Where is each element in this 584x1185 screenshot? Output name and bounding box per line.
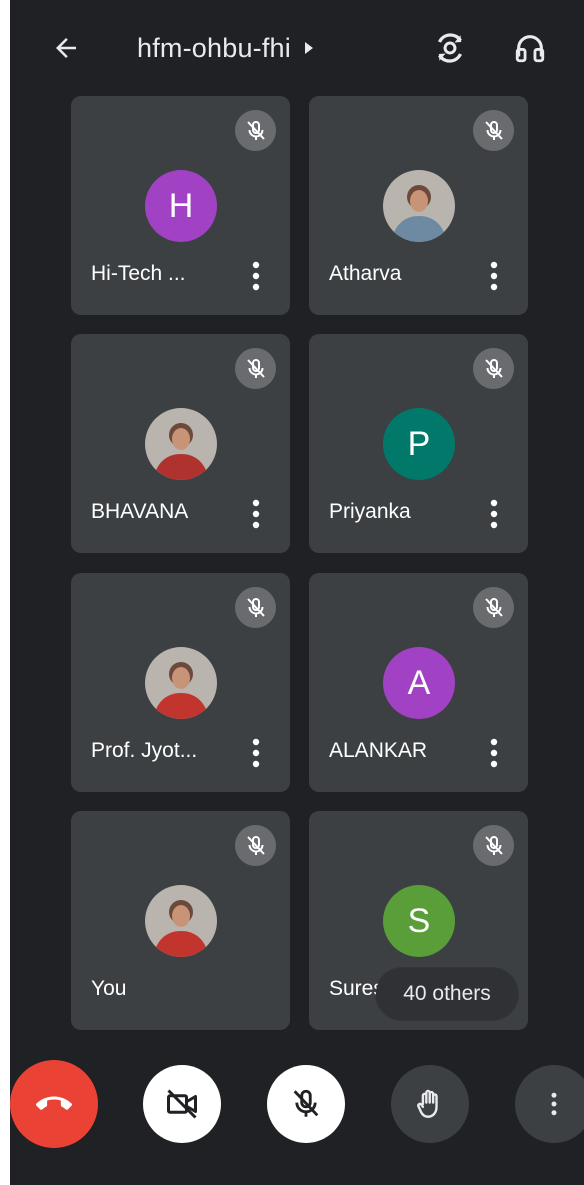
participant-name: Prof. Jyot... bbox=[91, 739, 198, 762]
participant-tile[interactable]: H Hi-Tech ... bbox=[71, 96, 290, 315]
avatar: S bbox=[383, 885, 455, 957]
participant-tile[interactable]: BHAVANA bbox=[71, 334, 290, 553]
end-call-icon bbox=[36, 1096, 72, 1110]
end-call-button[interactable] bbox=[10, 1060, 98, 1148]
mic-off-icon bbox=[246, 120, 265, 140]
raise-hand-icon bbox=[417, 1089, 438, 1118]
avatar: P bbox=[383, 408, 455, 480]
meeting-screen: hfm-ohbu-fhi H Hi-Tech ... Atharva BHAVANA P… bbox=[10, 0, 584, 1185]
mic-off-icon bbox=[246, 835, 265, 855]
others-label: 40 others bbox=[403, 982, 491, 1005]
more-vert-icon bbox=[252, 261, 260, 291]
participant-tile[interactable]: You bbox=[71, 811, 290, 1030]
participant-options-button[interactable] bbox=[482, 496, 506, 532]
participant-name: Atharva bbox=[329, 262, 402, 285]
more-vert-icon bbox=[252, 499, 260, 529]
avatar-initial: P bbox=[407, 424, 431, 463]
muted-indicator bbox=[235, 825, 276, 866]
muted-indicator bbox=[235, 587, 276, 628]
call-controls bbox=[10, 1040, 584, 1185]
mic-off-icon bbox=[484, 835, 503, 855]
avatar bbox=[145, 885, 217, 957]
back-button[interactable] bbox=[44, 26, 88, 70]
muted-indicator bbox=[235, 110, 276, 151]
participant-options-button[interactable] bbox=[482, 735, 506, 771]
caret-right-icon bbox=[304, 42, 313, 54]
arrow-back-icon bbox=[56, 38, 76, 58]
mic-off-icon bbox=[293, 1089, 319, 1117]
profile-photo-icon bbox=[383, 170, 455, 242]
avatar-initial: A bbox=[407, 663, 431, 702]
more-vert-icon bbox=[551, 1092, 557, 1116]
flip-camera-button[interactable] bbox=[426, 24, 474, 72]
participant-tile[interactable]: A ALANKAR bbox=[309, 573, 528, 792]
participant-name: Priyanka bbox=[329, 500, 411, 523]
muted-indicator bbox=[473, 587, 514, 628]
participant-tile[interactable]: P Priyanka bbox=[309, 334, 528, 553]
profile-photo-icon bbox=[145, 885, 217, 957]
more-vert-icon bbox=[490, 499, 498, 529]
muted-indicator bbox=[473, 348, 514, 389]
audio-output-button[interactable] bbox=[506, 24, 554, 72]
mic-off-icon bbox=[484, 358, 503, 378]
mic-off-icon bbox=[484, 120, 503, 140]
more-vert-icon bbox=[490, 738, 498, 768]
flip-camera-icon bbox=[438, 33, 462, 63]
mic-off-icon bbox=[246, 597, 265, 617]
muted-indicator bbox=[235, 348, 276, 389]
raise-hand-button[interactable] bbox=[391, 1065, 469, 1143]
participant-name: ALANKAR bbox=[329, 739, 428, 762]
profile-photo-icon bbox=[145, 408, 217, 480]
headphones-icon bbox=[515, 35, 545, 63]
top-bar: hfm-ohbu-fhi bbox=[10, 0, 584, 92]
participant-name: Hi-Tech ... bbox=[91, 262, 186, 285]
mic-off-icon bbox=[246, 358, 265, 378]
participant-options-button[interactable] bbox=[244, 258, 268, 294]
mic-toggle-button[interactable] bbox=[267, 1065, 345, 1143]
participant-options-button[interactable] bbox=[244, 735, 268, 771]
participant-options-button[interactable] bbox=[244, 496, 268, 532]
avatar bbox=[145, 647, 217, 719]
more-vert-icon bbox=[252, 738, 260, 768]
participant-tile[interactable]: Atharva bbox=[309, 96, 528, 315]
meeting-code: hfm-ohbu-fhi bbox=[137, 32, 291, 63]
participant-tile[interactable]: Prof. Jyot... bbox=[71, 573, 290, 792]
avatar-initial: H bbox=[168, 186, 194, 225]
avatar: H bbox=[145, 170, 217, 242]
profile-photo-icon bbox=[145, 647, 217, 719]
others-button[interactable]: 40 others bbox=[376, 968, 518, 1020]
camera-off-icon bbox=[167, 1089, 197, 1119]
participant-options-button[interactable] bbox=[482, 258, 506, 294]
avatar bbox=[383, 170, 455, 242]
participant-name: You bbox=[91, 977, 127, 1000]
mic-off-icon bbox=[484, 597, 503, 617]
meeting-title-button[interactable]: hfm-ohbu-fhi bbox=[137, 26, 315, 70]
avatar-initial: S bbox=[407, 901, 431, 940]
more-options-button[interactable] bbox=[515, 1065, 584, 1143]
muted-indicator bbox=[473, 110, 514, 151]
avatar bbox=[145, 408, 217, 480]
camera-toggle-button[interactable] bbox=[143, 1065, 221, 1143]
muted-indicator bbox=[473, 825, 514, 866]
more-vert-icon bbox=[490, 261, 498, 291]
participant-name: BHAVANA bbox=[91, 500, 189, 523]
avatar: A bbox=[383, 647, 455, 719]
